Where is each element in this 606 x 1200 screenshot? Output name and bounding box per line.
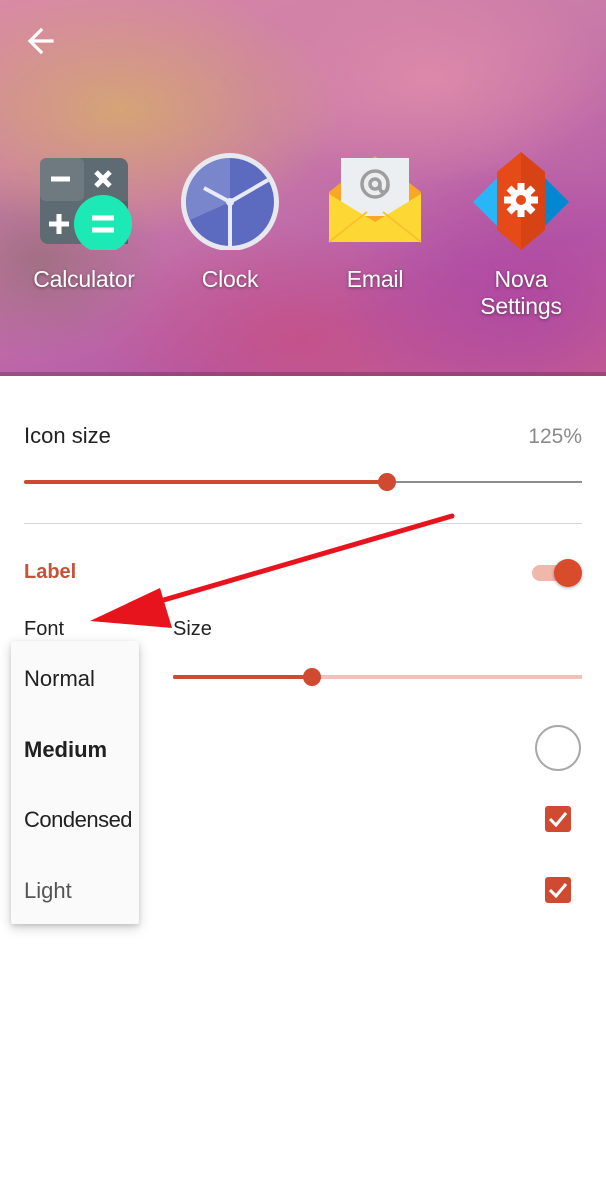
- menu-item-condensed[interactable]: Condensed: [24, 807, 133, 833]
- checkbox-checked[interactable]: [545, 877, 571, 903]
- section-divider: [24, 523, 582, 524]
- check-icon: [548, 812, 568, 828]
- label-toggle[interactable]: [530, 557, 584, 589]
- label-size-slider[interactable]: [173, 665, 582, 689]
- label-section-title: Label: [24, 561, 77, 583]
- back-button[interactable]: [22, 24, 62, 58]
- menu-item-light[interactable]: Light: [24, 878, 72, 904]
- size-label: Size: [173, 618, 212, 640]
- slider-fill: [173, 675, 313, 679]
- icon-size-value: 125%: [528, 425, 582, 448]
- toggle-thumb: [554, 559, 582, 587]
- radio-button[interactable]: [535, 725, 581, 771]
- app-label-email: Email: [346, 266, 404, 292]
- nova-settings-icon: [471, 150, 571, 250]
- calculator-icon: [34, 150, 134, 253]
- font-dropdown-menu: Normal Medium Condensed Light: [11, 641, 139, 924]
- icon-preview: Calculator Clock Email Nova Settings: [0, 0, 606, 376]
- slider-thumb[interactable]: [377, 473, 396, 491]
- menu-item-normal[interactable]: Normal: [24, 666, 95, 692]
- slider-thumb[interactable]: [303, 668, 322, 686]
- icon-size-title: Icon size: [24, 423, 111, 448]
- app-label-calculator: Calculator: [33, 266, 135, 292]
- font-label: Font: [24, 618, 65, 640]
- slider-fill: [24, 480, 387, 484]
- icon-size-slider[interactable]: [24, 470, 582, 494]
- app-calculator: Calculator: [14, 150, 154, 293]
- clock-icon: [180, 150, 280, 251]
- app-email: Email: [305, 150, 445, 293]
- check-icon: [548, 883, 568, 899]
- app-label-nova-settings: Nova Settings: [480, 266, 562, 319]
- app-label-clock: Clock: [201, 266, 259, 292]
- email-icon: [325, 150, 425, 250]
- app-nova-settings: Nova Settings: [451, 150, 591, 320]
- back-arrow-icon: [27, 27, 54, 55]
- checkbox-checked[interactable]: [545, 806, 571, 832]
- menu-item-medium[interactable]: Medium: [24, 737, 107, 763]
- app-clock: Clock: [160, 150, 300, 293]
